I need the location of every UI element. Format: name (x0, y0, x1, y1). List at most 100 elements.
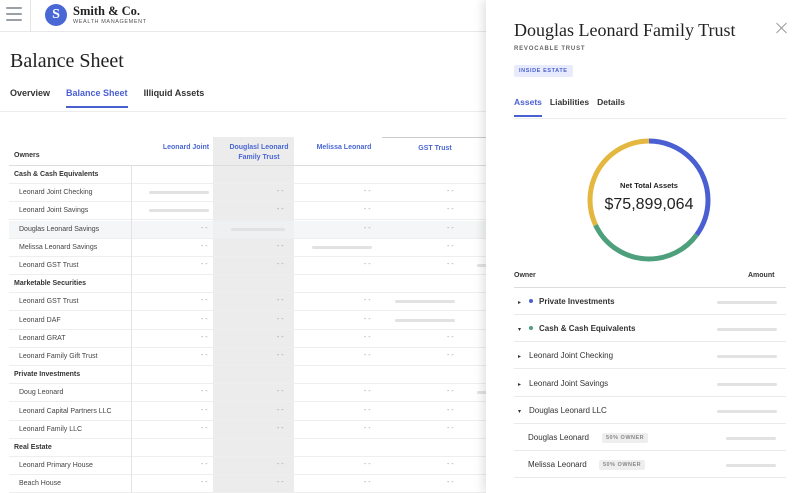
table-row[interactable]: Leonard DAF - - - - - - (9, 312, 487, 330)
table-row[interactable]: Melissa Leonard Savings - - - - - - (9, 239, 487, 257)
caret-down-icon[interactable]: ▾ (518, 326, 524, 333)
brand-name: Smith & Co. (73, 4, 141, 18)
list-item[interactable]: Douglas Leonard 50% OWNER (514, 424, 786, 451)
table-row[interactable]: Leonard Family LLC - - - - - - - - (9, 421, 487, 439)
divider (0, 111, 486, 112)
table-row[interactable]: Leonard Capital Partners LLC - - - - - - - - (9, 403, 487, 421)
ownership-badge: 50% OWNER (602, 433, 649, 443)
tab-illiquid-assets[interactable]: Illiquid Assets (144, 88, 205, 108)
table-row[interactable]: Leonard GST Trust - - - - - - - - (9, 257, 487, 275)
tab-liabilities[interactable]: Liabilities (550, 97, 589, 117)
column-header-gst-trust[interactable]: GST Trust (382, 137, 488, 154)
detail-panel: Douglas Leonard Family Trust REVOCABLE T… (486, 0, 810, 493)
ownership-badge: 50% OWNER (599, 460, 646, 471)
table-cell: - - (364, 388, 371, 396)
table-cell: - - (277, 333, 284, 341)
table-row[interactable]: Leonard GST Trust - - - - - - (9, 293, 487, 312)
table-cell: - - (277, 406, 284, 414)
table-cell: - - (364, 297, 371, 305)
list-item[interactable]: ▾ Douglas Leonard LLC (514, 397, 786, 424)
page-tabs: Overview Balance Sheet Illiquid Assets (10, 88, 220, 108)
table-cell: - - (364, 333, 371, 341)
net-total-value: $75,899,064 (604, 196, 694, 213)
amount-placeholder-bar (717, 301, 777, 304)
menu-icon[interactable] (6, 7, 22, 21)
section-header-row: Cash & Cash Equivalents (9, 166, 487, 184)
table-row[interactable]: Beach House - - - - - - - - (9, 475, 487, 493)
list-item[interactable]: Melissa Leonard 50% OWNER (514, 451, 786, 479)
table-cell: - - (447, 242, 454, 250)
list-item-label: Douglas Leonard (528, 433, 589, 442)
row-label: Leonard Joint Checking (19, 189, 93, 197)
caret-down-icon[interactable]: ▾ (518, 408, 524, 415)
list-item[interactable]: ▸ Leonard Joint Checking (514, 342, 786, 370)
table-row[interactable]: Douglas Leonard Savings - - - - - - (9, 220, 487, 239)
table-row[interactable]: Leonard Family Gift Trust - - - - - - - - (9, 348, 487, 366)
brand-subtitle: WEALTH MANAGEMENT (73, 19, 147, 25)
amount-placeholder-bar (726, 437, 776, 440)
table-row[interactable]: Leonard Joint Checking - - - - - - (9, 184, 487, 203)
row-label: Beach House (19, 480, 62, 488)
section-label: Cash & Cash Equivalents (14, 171, 99, 178)
table-cell: - - (364, 479, 371, 487)
legend-dot-icon (529, 299, 533, 303)
tab-overview[interactable]: Overview (10, 88, 50, 108)
caret-right-icon[interactable]: ▸ (518, 299, 524, 306)
row-label: Leonard Family LLC (19, 425, 83, 433)
list-item-label: Private Investments (539, 297, 615, 306)
close-icon[interactable] (776, 22, 788, 34)
list-item-label: Melissa Leonard (528, 460, 587, 470)
page-title: Balance Sheet (10, 50, 124, 72)
list-item[interactable]: ▸ Leonard Joint Savings (514, 370, 786, 397)
tab-balance-sheet[interactable]: Balance Sheet (66, 88, 128, 108)
table-cell: - - (277, 388, 284, 396)
table-cell: - - (364, 461, 371, 469)
table-cell: - - (277, 479, 284, 487)
row-label: Leonard DAF (19, 316, 61, 324)
tab-details[interactable]: Details (597, 97, 625, 117)
table-cell: - - (201, 333, 208, 341)
table-cell: - - (447, 224, 454, 232)
section-header-row: Real Estate (9, 439, 487, 457)
list-item[interactable]: ▾ Cash & Cash Equivalents (514, 315, 786, 343)
table-row[interactable]: Leonard Primary House - - - - - - - - (9, 457, 487, 476)
table-row[interactable]: Doug Leonard - - - - - - - - (9, 384, 487, 403)
row-label: Douglas Leonard Savings (19, 225, 100, 233)
row-label: Leonard Joint Savings (19, 207, 89, 215)
column-header-douglas-trust[interactable]: Douglasl Leonard Family Trust (223, 143, 295, 163)
row-label: Doug Leonard (19, 389, 64, 397)
value-placeholder-bar (231, 227, 285, 231)
caret-right-icon[interactable]: ▸ (518, 381, 524, 388)
tab-assets[interactable]: Assets (514, 97, 542, 117)
table-row[interactable]: Leonard Joint Savings - - - - - - (9, 202, 487, 221)
table-cell: - - (447, 261, 454, 268)
table-row[interactable]: Leonard GRAT - - - - - - - - (9, 330, 487, 348)
list-item[interactable]: ▸ Private Investments (514, 288, 786, 315)
value-placeholder-bar (395, 318, 455, 322)
table-cell: - - (277, 424, 284, 432)
value-placeholder-bar (312, 245, 372, 249)
column-header-melissa-leonard[interactable]: Melissa Leonard (306, 143, 382, 153)
row-label: Leonard Primary House (19, 462, 93, 470)
donut-label: Net Total Assets (620, 181, 678, 190)
column-header-leonard-joint[interactable]: Leonard Joint (150, 143, 222, 153)
caret-right-icon[interactable]: ▸ (518, 353, 524, 360)
amount-placeholder-bar (726, 464, 776, 468)
section-label: Private Investments (14, 371, 81, 379)
table-cell: - - (201, 461, 208, 469)
brand-logo[interactable]: S (45, 4, 67, 26)
value-placeholder-bar (149, 209, 209, 213)
table-cell: - - (364, 424, 371, 432)
section-header-row: Private Investments (9, 366, 487, 385)
row-label: Leonard Capital Partners LLC (19, 407, 112, 415)
table-cell: - - (277, 297, 284, 305)
table-cell: - - (277, 352, 284, 359)
table-cell: - - (364, 261, 371, 268)
legend-dot-icon (529, 326, 533, 331)
value-placeholder-bar (395, 300, 455, 304)
table-cell: - - (447, 352, 454, 359)
table-cell: - - (364, 224, 371, 232)
table-cell: - - (447, 406, 454, 414)
row-label: Leonard GST Trust (19, 262, 79, 269)
panel-subtitle: REVOCABLE TRUST (514, 46, 586, 52)
